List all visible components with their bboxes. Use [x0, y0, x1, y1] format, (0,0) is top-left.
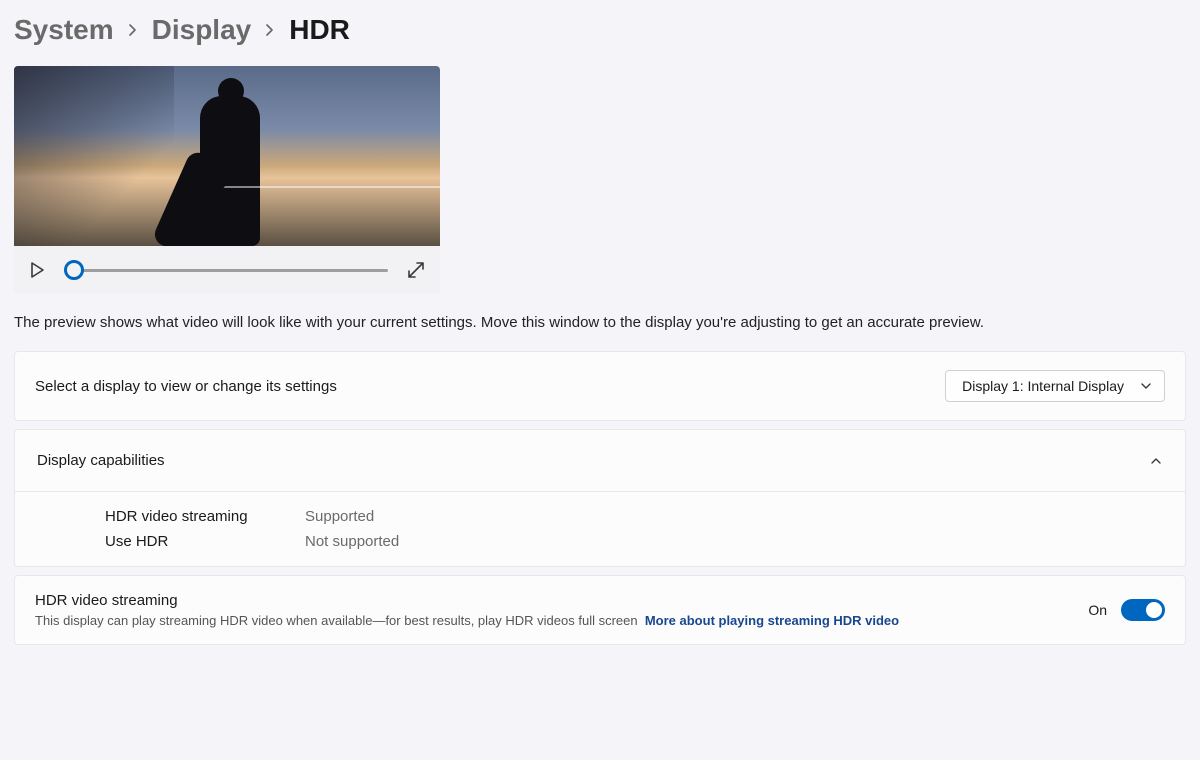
select-display-card: Select a display to view or change its s… [14, 351, 1186, 421]
hdr-preview-card [14, 66, 440, 294]
hdr-streaming-card: HDR video streaming This display can pla… [14, 575, 1186, 645]
preview-video-thumbnail[interactable] [14, 66, 440, 246]
chevron-up-icon [1149, 454, 1163, 468]
toggle-state-label: On [1088, 602, 1107, 618]
breadcrumb: System Display HDR [14, 14, 1186, 46]
hdr-streaming-desc: This display can play streaming HDR vide… [35, 613, 899, 628]
display-dropdown[interactable]: Display 1: Internal Display [945, 370, 1165, 402]
display-capabilities-header[interactable]: Display capabilities [15, 430, 1185, 491]
select-display-label: Select a display to view or change its s… [35, 378, 337, 395]
chevron-down-icon [1140, 380, 1152, 392]
hdr-streaming-title: HDR video streaming [35, 592, 899, 609]
play-icon[interactable] [28, 261, 46, 279]
seek-slider[interactable] [64, 260, 388, 280]
breadcrumb-hdr: HDR [289, 14, 350, 46]
fullscreen-icon[interactable] [406, 260, 426, 280]
cap-row-label: HDR video streaming [105, 508, 305, 525]
chevron-right-icon [265, 23, 275, 37]
cap-row-value: Not supported [305, 533, 1165, 550]
cap-row-value: Supported [305, 508, 1165, 525]
hdr-streaming-toggle[interactable] [1121, 599, 1165, 621]
breadcrumb-display[interactable]: Display [152, 14, 252, 46]
learn-more-link[interactable]: More about playing streaming HDR video [645, 613, 899, 628]
preview-controls [14, 246, 440, 294]
preview-hint-text: The preview shows what video will look l… [14, 314, 1186, 331]
cap-row-label: Use HDR [105, 533, 305, 550]
breadcrumb-system[interactable]: System [14, 14, 114, 46]
chevron-right-icon [128, 23, 138, 37]
seek-thumb[interactable] [64, 260, 84, 280]
display-capabilities-body: HDR video streaming Supported Use HDR No… [15, 491, 1185, 566]
display-dropdown-value: Display 1: Internal Display [962, 378, 1124, 394]
display-capabilities-title: Display capabilities [37, 452, 165, 469]
display-capabilities-card: Display capabilities HDR video streaming… [14, 429, 1186, 567]
